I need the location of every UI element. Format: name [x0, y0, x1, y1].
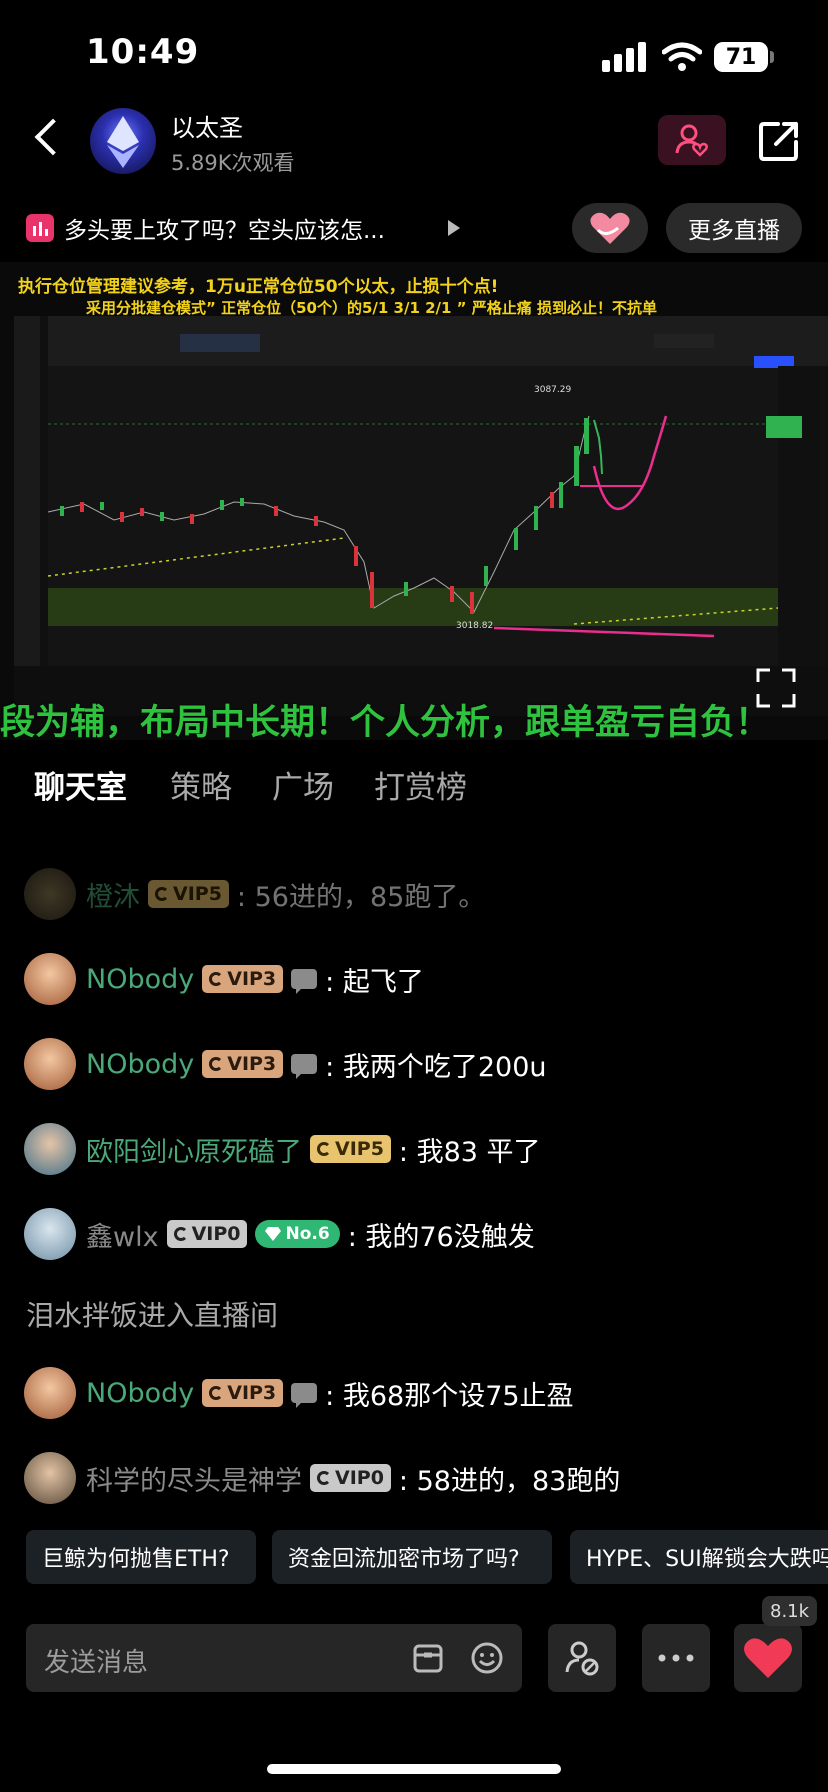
chat-text: : 58进的，83跑的: [398, 1465, 621, 1497]
chat-message: 鑫wlx VIP0 No.6 : 我的76没触发: [24, 1207, 535, 1261]
chat-username[interactable]: 鑫wlx: [86, 1215, 159, 1254]
topic-badge-icon: [26, 214, 54, 242]
message-icon: [291, 1383, 318, 1408]
chat-message: 橙沐 VIP5 : 56进的，85跑了。: [24, 867, 485, 921]
user-heart-icon: [675, 124, 708, 157]
play-icon[interactable]: [448, 220, 460, 236]
video-caption-line2: 采用分批建仓模式” 正常仓位（50个）的5/1 3/1 2/1 ” 严格止痛 损…: [86, 299, 657, 317]
candlestick-chart: 3087.29 3018.82: [14, 316, 828, 716]
avatar[interactable]: [24, 1123, 76, 1175]
avatar[interactable]: [24, 868, 76, 920]
tab-plaza[interactable]: 广场: [272, 762, 334, 807]
heart-icon: [744, 1638, 792, 1678]
heart-hands-icon: [590, 212, 630, 244]
live-video[interactable]: 执行仓位管理建议参考，1万u正常仓位50个以太，止损十个点! 采用分批建仓模式”…: [0, 262, 828, 740]
view-count: 5.89K次观看: [171, 151, 295, 175]
channel-title: 以太圣: [171, 114, 243, 142]
chart-low-label: 3018.82: [456, 621, 493, 631]
chat-message: NObody VIP3 : 起飞了: [24, 952, 424, 1006]
chat-message: NObody VIP3 : 我68那个设75止盈: [24, 1366, 574, 1420]
status-time: 10:49: [86, 32, 200, 72]
chat-username[interactable]: 橙沐: [86, 875, 140, 914]
chat-username[interactable]: NObody: [86, 1378, 194, 1409]
ethereum-logo-icon: [107, 116, 139, 168]
follow-button[interactable]: [658, 115, 726, 165]
emoji-icon[interactable]: [470, 1641, 504, 1675]
chat-text: : 56进的，85跑了。: [236, 881, 486, 913]
chat-message: 科学的尽头是神学 VIP0 : 58进的，83跑的: [24, 1451, 620, 1505]
live-topic[interactable]: 多头要上攻了吗？空头应该怎...: [64, 211, 385, 245]
gift-box-icon[interactable]: [412, 1642, 444, 1674]
vip-badge: VIP3: [202, 1379, 284, 1407]
chat-message: NObody VIP3 : 我两个吃了200u: [24, 1037, 546, 1091]
chat-message: 欧阳剑心原死磕了 VIP5 : 我83 平了: [24, 1122, 541, 1176]
more-options-button[interactable]: [642, 1624, 710, 1692]
system-join-message: 泪水拌饭进入直播间: [26, 1299, 279, 1332]
message-icon: [291, 1054, 318, 1079]
message-placeholder: 发送消息: [44, 1648, 149, 1678]
like-count: 8.1k: [762, 1596, 818, 1626]
chat-text: : 我两个吃了200u: [325, 1051, 547, 1083]
chat-username[interactable]: NObody: [86, 964, 194, 995]
fullscreen-icon[interactable]: [756, 668, 796, 708]
channel-avatar[interactable]: [90, 108, 156, 174]
user-edit-icon: [565, 1641, 599, 1676]
battery-indicator: 71: [714, 42, 768, 72]
scrolling-marquee: 段为辅，布局中长期！个人分析，跟单盈亏自负！: [0, 703, 771, 740]
vip-badge: VIP0: [310, 1464, 391, 1492]
avatar[interactable]: [24, 1452, 76, 1504]
like-button[interactable]: [734, 1624, 802, 1692]
vip-badge: VIP3: [202, 965, 284, 993]
avatar[interactable]: [24, 1208, 76, 1260]
chat-text: : 我83 平了: [398, 1136, 541, 1168]
avatar[interactable]: [24, 1038, 76, 1090]
chat-text: : 我的76没触发: [347, 1221, 535, 1253]
rank-badge: No.6: [255, 1220, 340, 1248]
chat-username[interactable]: NObody: [86, 1049, 194, 1080]
ellipsis-icon: [658, 1654, 694, 1662]
video-caption-line1: 执行仓位管理建议参考，1万u正常仓位50个以太，止损十个点!: [18, 277, 499, 297]
trading-chart-screen: 3087.29 3018.82: [14, 316, 828, 716]
user-settings-button[interactable]: [548, 1624, 616, 1692]
suggestion-chip[interactable]: 资金回流加密市场了吗?: [272, 1530, 552, 1584]
chart-high-label: 3087.29: [534, 385, 571, 395]
suggestion-chip[interactable]: 巨鲸为何抛售ETH?: [26, 1530, 256, 1584]
vip-badge: VIP5: [148, 880, 229, 908]
chat-username[interactable]: 科学的尽头是神学: [86, 1459, 302, 1498]
chat-username[interactable]: 欧阳剑心原死磕了: [86, 1130, 302, 1169]
message-icon: [291, 969, 318, 994]
signal-icon: [602, 42, 646, 72]
vip-badge: VIP3: [202, 1050, 284, 1078]
suggestion-chip[interactable]: HYPE、SUI解锁会大跌吗: [570, 1530, 828, 1584]
avatar[interactable]: [24, 953, 76, 1005]
share-icon[interactable]: [758, 120, 800, 162]
tab-reward-ranking[interactable]: 打赏榜: [374, 762, 467, 807]
chat-text: : 起飞了: [325, 966, 424, 998]
diamond-icon: [265, 1227, 282, 1241]
heart-hands-button[interactable]: [572, 203, 648, 253]
vip-badge: VIP5: [310, 1135, 391, 1163]
wifi-icon: [662, 42, 702, 71]
tab-chatroom[interactable]: 聊天室: [34, 762, 127, 807]
back-icon[interactable]: [34, 118, 72, 156]
vip-badge: VIP0: [166, 1220, 248, 1248]
tab-strategy[interactable]: 策略: [170, 762, 232, 807]
home-indicator: [267, 1764, 561, 1774]
avatar[interactable]: [24, 1367, 76, 1419]
more-live-button[interactable]: 更多直播: [666, 203, 802, 253]
chat-text: : 我68那个设75止盈: [325, 1380, 574, 1412]
battery-nub: [770, 51, 774, 63]
